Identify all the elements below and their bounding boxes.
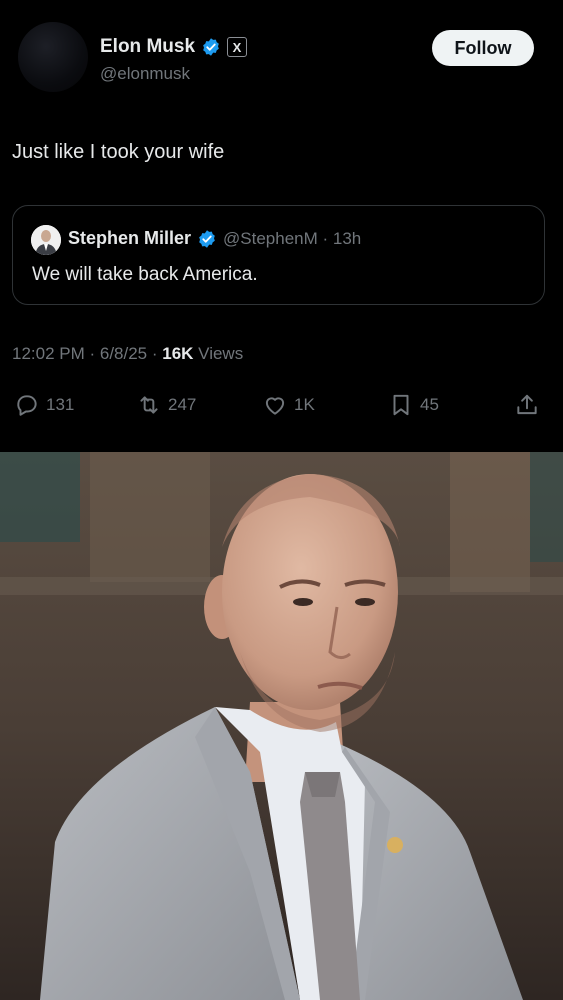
views-label: Views [193,344,244,363]
share-icon [517,394,537,415]
author-name[interactable]: Elon Musk [100,36,195,58]
quoted-avatar-image [31,225,61,255]
share-button[interactable] [514,392,540,418]
quoted-name[interactable]: Stephen Miller [68,228,191,249]
quoted-text: We will take back America. [32,264,258,285]
tweet-timestamp[interactable]: 12:02 PM · 6/8/25 · [12,344,162,363]
reply-icon [17,395,37,416]
bookmark-icon [393,394,409,416]
like-icon [265,397,285,415]
views-count: 16K [162,344,194,363]
quoted-name-row: Stephen Miller @StephenM · 13h [68,228,361,249]
reply-button[interactable]: 131 [14,392,74,418]
bookmark-count: 45 [420,395,439,414]
quoted-handle-time: @StephenM · 13h [223,228,362,248]
verified-icon [199,229,215,248]
tweet-meta: 12:02 PM · 6/8/25 · 16K Views [12,344,243,364]
verified-icon [203,38,219,56]
follow-button[interactable]: Follow [432,30,534,66]
x-badge-icon: X [227,37,248,57]
repost-icon [140,396,158,414]
action-bar: 131 247 1K 45 [0,392,563,424]
author-avatar[interactable] [18,22,88,92]
tweet-text: Just like I took your wife [12,141,225,163]
man-in-suit-photo [0,452,563,1000]
quoted-avatar [31,225,61,255]
author-name-row: Elon Musk X [100,36,248,58]
author-handle[interactable]: @elonmusk [100,64,190,84]
like-button[interactable]: 1K [262,392,315,418]
attached-photo[interactable] [0,452,563,1000]
quoted-tweet[interactable]: Stephen Miller @StephenM · 13h We will t… [12,205,545,305]
reply-count: 131 [46,395,75,414]
repost-count: 247 [168,395,197,414]
repost-button[interactable]: 247 [136,392,196,418]
bookmark-button[interactable]: 45 [388,392,439,418]
tweet-card: Elon Musk X @elonmusk Follow Just like I… [0,0,563,452]
like-count: 1K [294,395,315,414]
